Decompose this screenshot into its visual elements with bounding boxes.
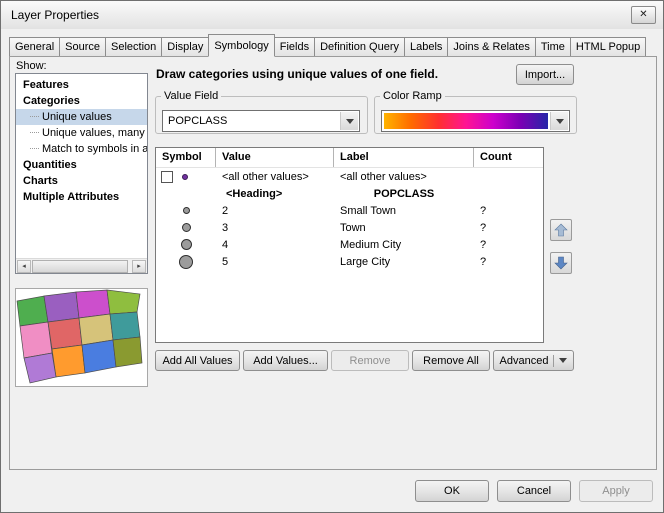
- table-row-all-other[interactable]: <all other values> <all other values>: [156, 168, 543, 185]
- symbol-cell[interactable]: [156, 239, 216, 250]
- advanced-button-label: Advanced: [500, 355, 549, 367]
- show-item-unique-values-many[interactable]: Unique values, many: [16, 125, 147, 141]
- remove-all-button[interactable]: Remove All: [412, 350, 490, 371]
- import-button[interactable]: Import...: [516, 64, 574, 85]
- count-cell: ?: [474, 256, 543, 268]
- label-cell[interactable]: Town: [334, 222, 474, 234]
- label-cell[interactable]: POPCLASS: [334, 188, 474, 200]
- chevron-down-icon: [559, 358, 567, 363]
- tab-strip: General Source Selection Display Symbolo…: [9, 34, 645, 57]
- chevron-down-icon[interactable]: [550, 112, 568, 130]
- tab-display[interactable]: Display: [161, 37, 209, 57]
- window-title: Layer Properties: [11, 8, 99, 22]
- color-ramp-label: Color Ramp: [380, 90, 445, 102]
- close-icon: ✕: [639, 9, 647, 20]
- label-cell[interactable]: <all other values>: [334, 171, 474, 183]
- show-item-quantities[interactable]: Quantities: [16, 157, 147, 173]
- point-symbol-icon: [179, 255, 193, 269]
- count-cell: ?: [474, 222, 543, 234]
- tree-horizontal-scrollbar[interactable]: ◂ ▸: [16, 258, 147, 273]
- scroll-right-icon[interactable]: ▸: [132, 260, 146, 273]
- value-cell[interactable]: 2: [216, 205, 334, 217]
- point-symbol-icon: [182, 174, 188, 180]
- color-ramp-group: Color Ramp: [374, 90, 577, 134]
- move-up-button[interactable]: [550, 219, 572, 241]
- header-label[interactable]: Label: [334, 148, 474, 167]
- point-symbol-icon: [181, 239, 192, 250]
- unique-values-table: Symbol Value Label Count <all other valu…: [155, 147, 544, 343]
- arrow-up-icon: [554, 223, 568, 237]
- show-item-categories[interactable]: Categories: [16, 93, 147, 109]
- show-tree: Features Categories Unique values Unique…: [15, 73, 148, 274]
- table-header-row: Symbol Value Label Count: [156, 148, 543, 168]
- add-all-values-button[interactable]: Add All Values: [155, 350, 240, 371]
- header-value[interactable]: Value: [216, 148, 334, 167]
- show-item-match-symbols[interactable]: Match to symbols in a: [16, 141, 147, 157]
- label-cell[interactable]: Medium City: [334, 239, 474, 251]
- apply-button: Apply: [579, 480, 653, 502]
- symbol-cell[interactable]: [156, 255, 216, 269]
- ok-button[interactable]: OK: [415, 480, 489, 502]
- symbology-tab-page: Show: Features Categories Unique values …: [9, 56, 657, 470]
- point-symbol-icon: [183, 207, 190, 214]
- count-cell: ?: [474, 205, 543, 217]
- show-item-features[interactable]: Features: [16, 77, 147, 93]
- remove-button: Remove: [331, 350, 409, 371]
- cancel-button[interactable]: Cancel: [497, 480, 571, 502]
- color-ramp-combobox[interactable]: [381, 110, 570, 132]
- page-heading: Draw categories using unique values of o…: [156, 67, 438, 81]
- chevron-down-icon[interactable]: [340, 112, 358, 130]
- show-item-multiple-attributes[interactable]: Multiple Attributes: [16, 189, 147, 205]
- value-cell[interactable]: 4: [216, 239, 334, 251]
- header-count[interactable]: Count: [474, 148, 543, 167]
- table-row-class-4[interactable]: 4 Medium City ?: [156, 236, 543, 253]
- value-field-label: Value Field: [161, 90, 221, 102]
- value-cell[interactable]: 3: [216, 222, 334, 234]
- table-row-heading[interactable]: <Heading> POPCLASS: [156, 185, 543, 202]
- advanced-button[interactable]: Advanced: [493, 350, 574, 371]
- table-row-class-2[interactable]: 2 Small Town ?: [156, 202, 543, 219]
- scroll-left-icon[interactable]: ◂: [17, 260, 31, 273]
- tab-joins-relates[interactable]: Joins & Relates: [447, 37, 535, 57]
- symbol-cell[interactable]: [156, 171, 216, 183]
- label-cell[interactable]: Large City: [334, 256, 474, 268]
- value-cell[interactable]: <all other values>: [216, 171, 334, 183]
- value-field-selected: POPCLASS: [168, 115, 227, 127]
- add-values-button[interactable]: Add Values...: [243, 350, 328, 371]
- tab-selection[interactable]: Selection: [105, 37, 162, 57]
- header-symbol[interactable]: Symbol: [156, 148, 216, 167]
- close-button[interactable]: ✕: [631, 6, 656, 24]
- value-cell[interactable]: 5: [216, 256, 334, 268]
- tab-source[interactable]: Source: [59, 37, 106, 57]
- show-item-charts[interactable]: Charts: [16, 173, 147, 189]
- value-field-combobox[interactable]: POPCLASS: [162, 110, 360, 132]
- table-row-class-5[interactable]: 5 Large City ?: [156, 253, 543, 270]
- show-item-unique-values[interactable]: Unique values: [16, 109, 147, 125]
- tab-html-popup[interactable]: HTML Popup: [570, 37, 646, 57]
- label-cell[interactable]: Small Town: [334, 205, 474, 217]
- tab-general[interactable]: General: [9, 37, 60, 57]
- map-preview: [15, 288, 148, 387]
- symbol-cell[interactable]: [156, 207, 216, 214]
- title-bar: Layer Properties ✕: [1, 1, 663, 29]
- value-field-group: Value Field POPCLASS: [155, 90, 368, 134]
- count-cell: ?: [474, 239, 543, 251]
- tab-labels[interactable]: Labels: [404, 37, 448, 57]
- point-symbol-icon: [182, 223, 191, 232]
- layer-properties-dialog: Layer Properties ✕ General Source Select…: [0, 0, 664, 513]
- tab-time[interactable]: Time: [535, 37, 571, 57]
- table-row-class-3[interactable]: 3 Town ?: [156, 219, 543, 236]
- symbol-cell[interactable]: [156, 223, 216, 232]
- scrollbar-thumb[interactable]: [32, 260, 128, 273]
- move-down-button[interactable]: [550, 252, 572, 274]
- value-cell[interactable]: <Heading>: [216, 188, 334, 200]
- all-other-values-checkbox[interactable]: [161, 171, 173, 183]
- tab-symbology[interactable]: Symbology: [208, 34, 274, 57]
- tab-fields[interactable]: Fields: [274, 37, 315, 57]
- divider: [553, 355, 554, 367]
- color-ramp-gradient: [384, 113, 548, 129]
- tab-definition-query[interactable]: Definition Query: [314, 37, 405, 57]
- arrow-down-icon: [554, 256, 568, 270]
- show-label: Show:: [16, 60, 47, 72]
